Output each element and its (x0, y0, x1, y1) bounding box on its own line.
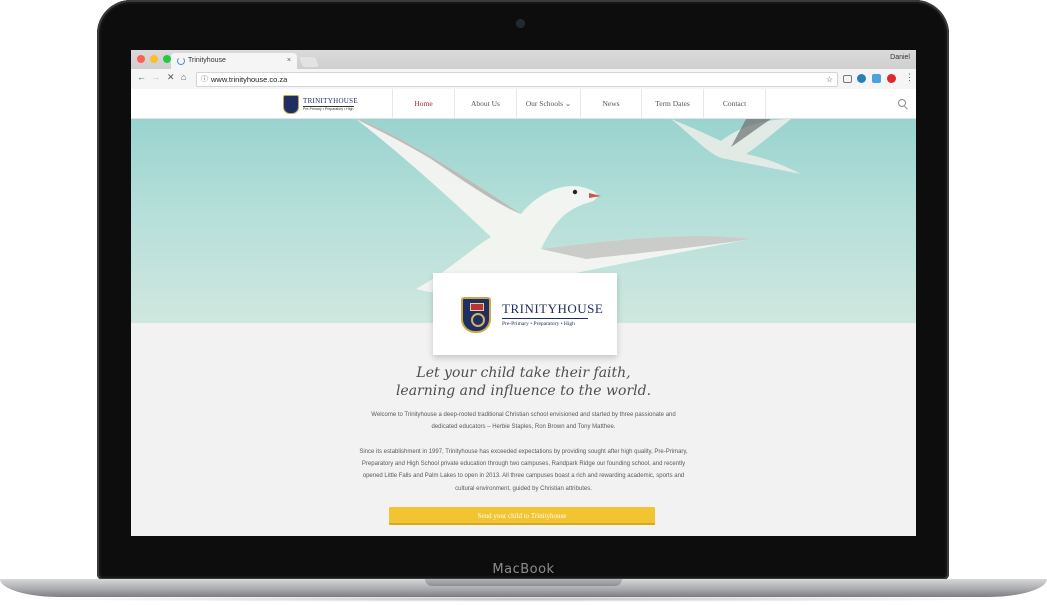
window-maximize-button[interactable] (163, 55, 171, 63)
paragraph-line: Preparatory and High School private educ… (361, 461, 686, 468)
menu-icon[interactable]: ⋮ (905, 72, 914, 83)
title-bar: Trinityhouse × Daniel (131, 50, 916, 69)
camera-icon (517, 20, 524, 27)
site-logo[interactable]: TRINITYHOUSE Pre-Primary • Preparatory •… (283, 95, 363, 114)
search-icon[interactable] (898, 99, 906, 107)
stop-icon[interactable]: ✕ (167, 72, 175, 83)
browser-tab[interactable]: Trinityhouse × (171, 53, 297, 69)
welcome-paragraph: Welcome to Trinityhouse a deep-rooted tr… (341, 409, 706, 433)
info-icon[interactable]: ⓘ (201, 73, 208, 86)
card-logo-subtitle: Pre-Primary • Preparatory • High (502, 321, 575, 327)
tagline: Let your child take their faith, learnin… (131, 364, 916, 400)
paragraph-line: dedicated educators – Herbie Staples, Ro… (431, 424, 616, 431)
logo-card: TRINITYHOUSE Pre-Primary • Preparatory •… (433, 273, 617, 355)
main-nav: Home About Us Our Schools ⌄ News Term Da… (392, 89, 766, 118)
paragraph-line: Welcome to Trinityhouse a deep-rooted tr… (371, 412, 676, 418)
opera-icon[interactable] (887, 74, 896, 83)
trinity-knot-icon (471, 313, 485, 327)
extension-icon[interactable] (857, 74, 866, 83)
laptop-shadow (20, 596, 1027, 602)
nav-contact[interactable]: Contact (704, 89, 766, 118)
send-child-button[interactable]: Send your child to Trinityhouse (389, 507, 655, 525)
star-icon[interactable]: ☆ (826, 73, 833, 86)
cast-icon[interactable] (843, 75, 852, 83)
tab-title: Trinityhouse (188, 57, 226, 64)
crest-icon (461, 297, 491, 333)
tab-close-button[interactable]: × (287, 53, 291, 69)
shield-icon[interactable] (872, 74, 881, 83)
nav-about-us[interactable]: About Us (455, 89, 517, 118)
url-text[interactable]: www.trinityhouse.co.za (211, 73, 287, 86)
book-icon (470, 303, 484, 311)
card-logo-name: TRINITYHOUSE (502, 301, 604, 316)
back-icon[interactable]: ← (137, 72, 146, 82)
profile-name[interactable]: Daniel (890, 54, 910, 61)
logo-name: TRINITYHOUSE (303, 97, 358, 105)
tagline-line-1: Let your child take their faith, (416, 365, 631, 381)
new-tab-button[interactable] (299, 57, 319, 67)
loading-icon (177, 57, 185, 65)
paragraph-line: cultural environment, guided by Christia… (455, 485, 592, 492)
nav-news[interactable]: News (581, 89, 642, 118)
logo-subtitle: Pre-Primary • Preparatory • High (303, 106, 354, 111)
window-close-button[interactable] (137, 55, 145, 63)
nav-term-dates[interactable]: Term Dates (642, 89, 704, 118)
browser-window: Trinityhouse × Daniel ← → ✕ ⌂ ⓘ www.trin… (131, 50, 916, 536)
device-brand-label: MacBook (492, 562, 555, 577)
window-minimize-button[interactable] (150, 55, 158, 63)
forward-icon[interactable]: → (151, 72, 160, 82)
site-header: TRINITYHOUSE Pre-Primary • Preparatory •… (131, 89, 916, 119)
logo-divider (502, 318, 588, 319)
crest-icon (283, 95, 299, 114)
home-icon[interactable]: ⌂ (181, 72, 186, 82)
history-paragraph: Since its establishment in 1997, Trinity… (341, 446, 706, 495)
browser-toolbar: ← → ✕ ⌂ ⓘ www.trinityhouse.co.za ☆ ⋮ (131, 69, 916, 90)
nav-home[interactable]: Home (392, 89, 455, 118)
address-bar[interactable]: ⓘ www.trinityhouse.co.za ☆ (196, 72, 838, 87)
laptop-notch (425, 579, 622, 586)
paragraph-line: opened Little Falls and Palm Lakes to op… (362, 473, 685, 480)
tagline-line-2: learning and influence to the world. (395, 383, 652, 399)
nav-our-schools[interactable]: Our Schools ⌄ (517, 89, 581, 118)
paragraph-line: Since its establishment in 1997, Trinity… (359, 449, 688, 455)
